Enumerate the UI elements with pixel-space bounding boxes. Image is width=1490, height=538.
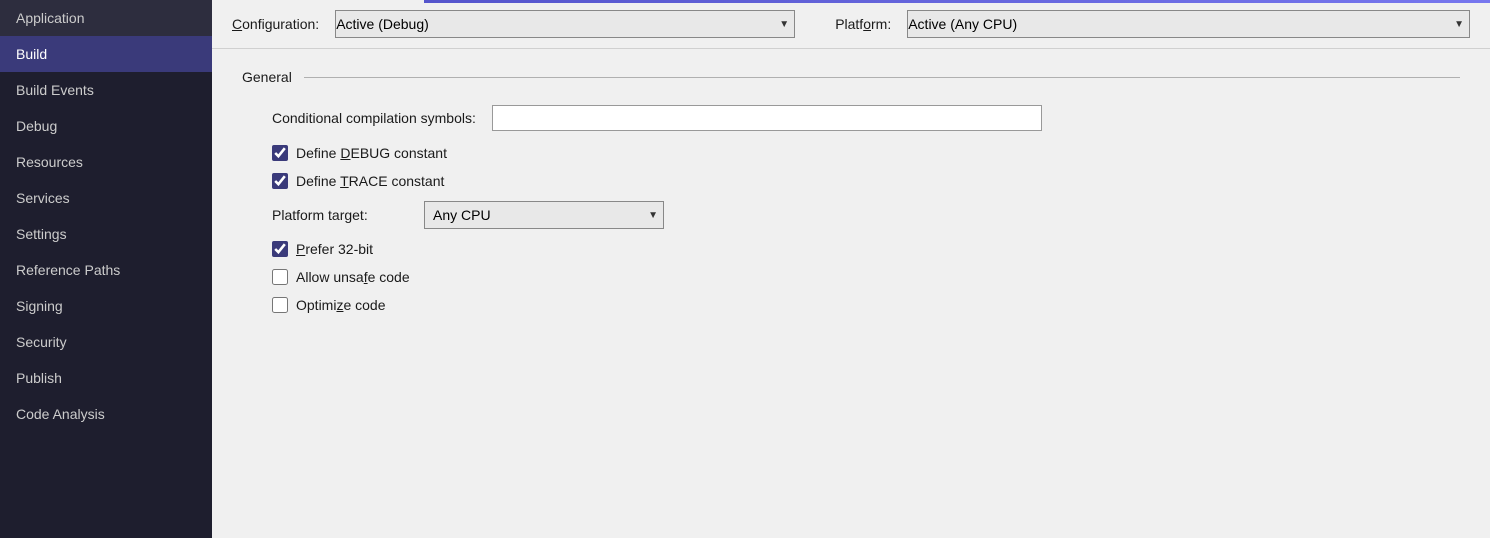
main-content: Configuration: Active (Debug)DebugReleas… bbox=[212, 0, 1490, 538]
sidebar-item-build[interactable]: Build bbox=[0, 36, 212, 72]
top-accent-bar bbox=[424, 0, 1490, 3]
general-section-line bbox=[304, 77, 1460, 78]
configuration-label: Configuration: bbox=[232, 16, 319, 32]
optimize-code-checkbox[interactable] bbox=[272, 297, 288, 313]
define-debug-checkbox[interactable] bbox=[272, 145, 288, 161]
sidebar-item-signing[interactable]: Signing bbox=[0, 288, 212, 324]
optimize-code-row: Optimize code bbox=[242, 297, 1460, 313]
prefer-32bit-row: Prefer 32-bit bbox=[242, 241, 1460, 257]
define-trace-label: Define TRACE constant bbox=[296, 173, 444, 189]
sidebar-item-resources[interactable]: Resources bbox=[0, 144, 212, 180]
allow-unsafe-label: Allow unsafe code bbox=[296, 269, 410, 285]
configuration-select[interactable]: Active (Debug)DebugReleaseAll Configurat… bbox=[335, 10, 795, 38]
define-trace-row: Define TRACE constant bbox=[242, 173, 1460, 189]
conditional-symbols-input[interactable] bbox=[492, 105, 1042, 131]
optimize-code-label: Optimize code bbox=[296, 297, 386, 313]
define-trace-checkbox[interactable] bbox=[272, 173, 288, 189]
general-section-title: General bbox=[242, 69, 292, 85]
allow-unsafe-checkbox[interactable] bbox=[272, 269, 288, 285]
sidebar-item-publish[interactable]: Publish bbox=[0, 360, 212, 396]
platform-target-select[interactable]: Any CPUx86x64ARM bbox=[424, 201, 664, 229]
content-area: General Conditional compilation symbols:… bbox=[212, 49, 1490, 538]
prefer-32bit-checkbox[interactable] bbox=[272, 241, 288, 257]
configuration-select-wrapper: Active (Debug)DebugReleaseAll Configurat… bbox=[335, 10, 795, 38]
conditional-symbols-label: Conditional compilation symbols: bbox=[272, 110, 492, 126]
sidebar-item-security[interactable]: Security bbox=[0, 324, 212, 360]
sidebar: ApplicationBuildBuild EventsDebugResourc… bbox=[0, 0, 212, 538]
define-debug-row: Define DEBUG constant bbox=[242, 145, 1460, 161]
sidebar-item-reference-paths[interactable]: Reference Paths bbox=[0, 252, 212, 288]
platform-select[interactable]: Active (Any CPU)Any CPUx86x64 bbox=[907, 10, 1470, 38]
platform-target-select-wrapper: Any CPUx86x64ARM ▼ bbox=[424, 201, 664, 229]
config-row: Configuration: Active (Debug)DebugReleas… bbox=[212, 0, 1490, 49]
conditional-symbols-row: Conditional compilation symbols: bbox=[242, 105, 1460, 131]
sidebar-item-services[interactable]: Services bbox=[0, 180, 212, 216]
platform-select-wrapper: Active (Any CPU)Any CPUx86x64 ▼ bbox=[907, 10, 1470, 38]
platform-target-label: Platform target: bbox=[272, 207, 412, 223]
sidebar-item-build-events[interactable]: Build Events bbox=[0, 72, 212, 108]
platform-target-row: Platform target: Any CPUx86x64ARM ▼ bbox=[242, 201, 1460, 229]
sidebar-item-application[interactable]: Application bbox=[0, 0, 212, 36]
define-debug-label: Define DEBUG constant bbox=[296, 145, 447, 161]
sidebar-item-debug[interactable]: Debug bbox=[0, 108, 212, 144]
platform-label: Platform: bbox=[835, 16, 891, 32]
sidebar-item-settings[interactable]: Settings bbox=[0, 216, 212, 252]
general-section-header: General bbox=[242, 69, 1460, 85]
sidebar-item-code-analysis[interactable]: Code Analysis bbox=[0, 396, 212, 432]
prefer-32bit-label: Prefer 32-bit bbox=[296, 241, 373, 257]
allow-unsafe-row: Allow unsafe code bbox=[242, 269, 1460, 285]
